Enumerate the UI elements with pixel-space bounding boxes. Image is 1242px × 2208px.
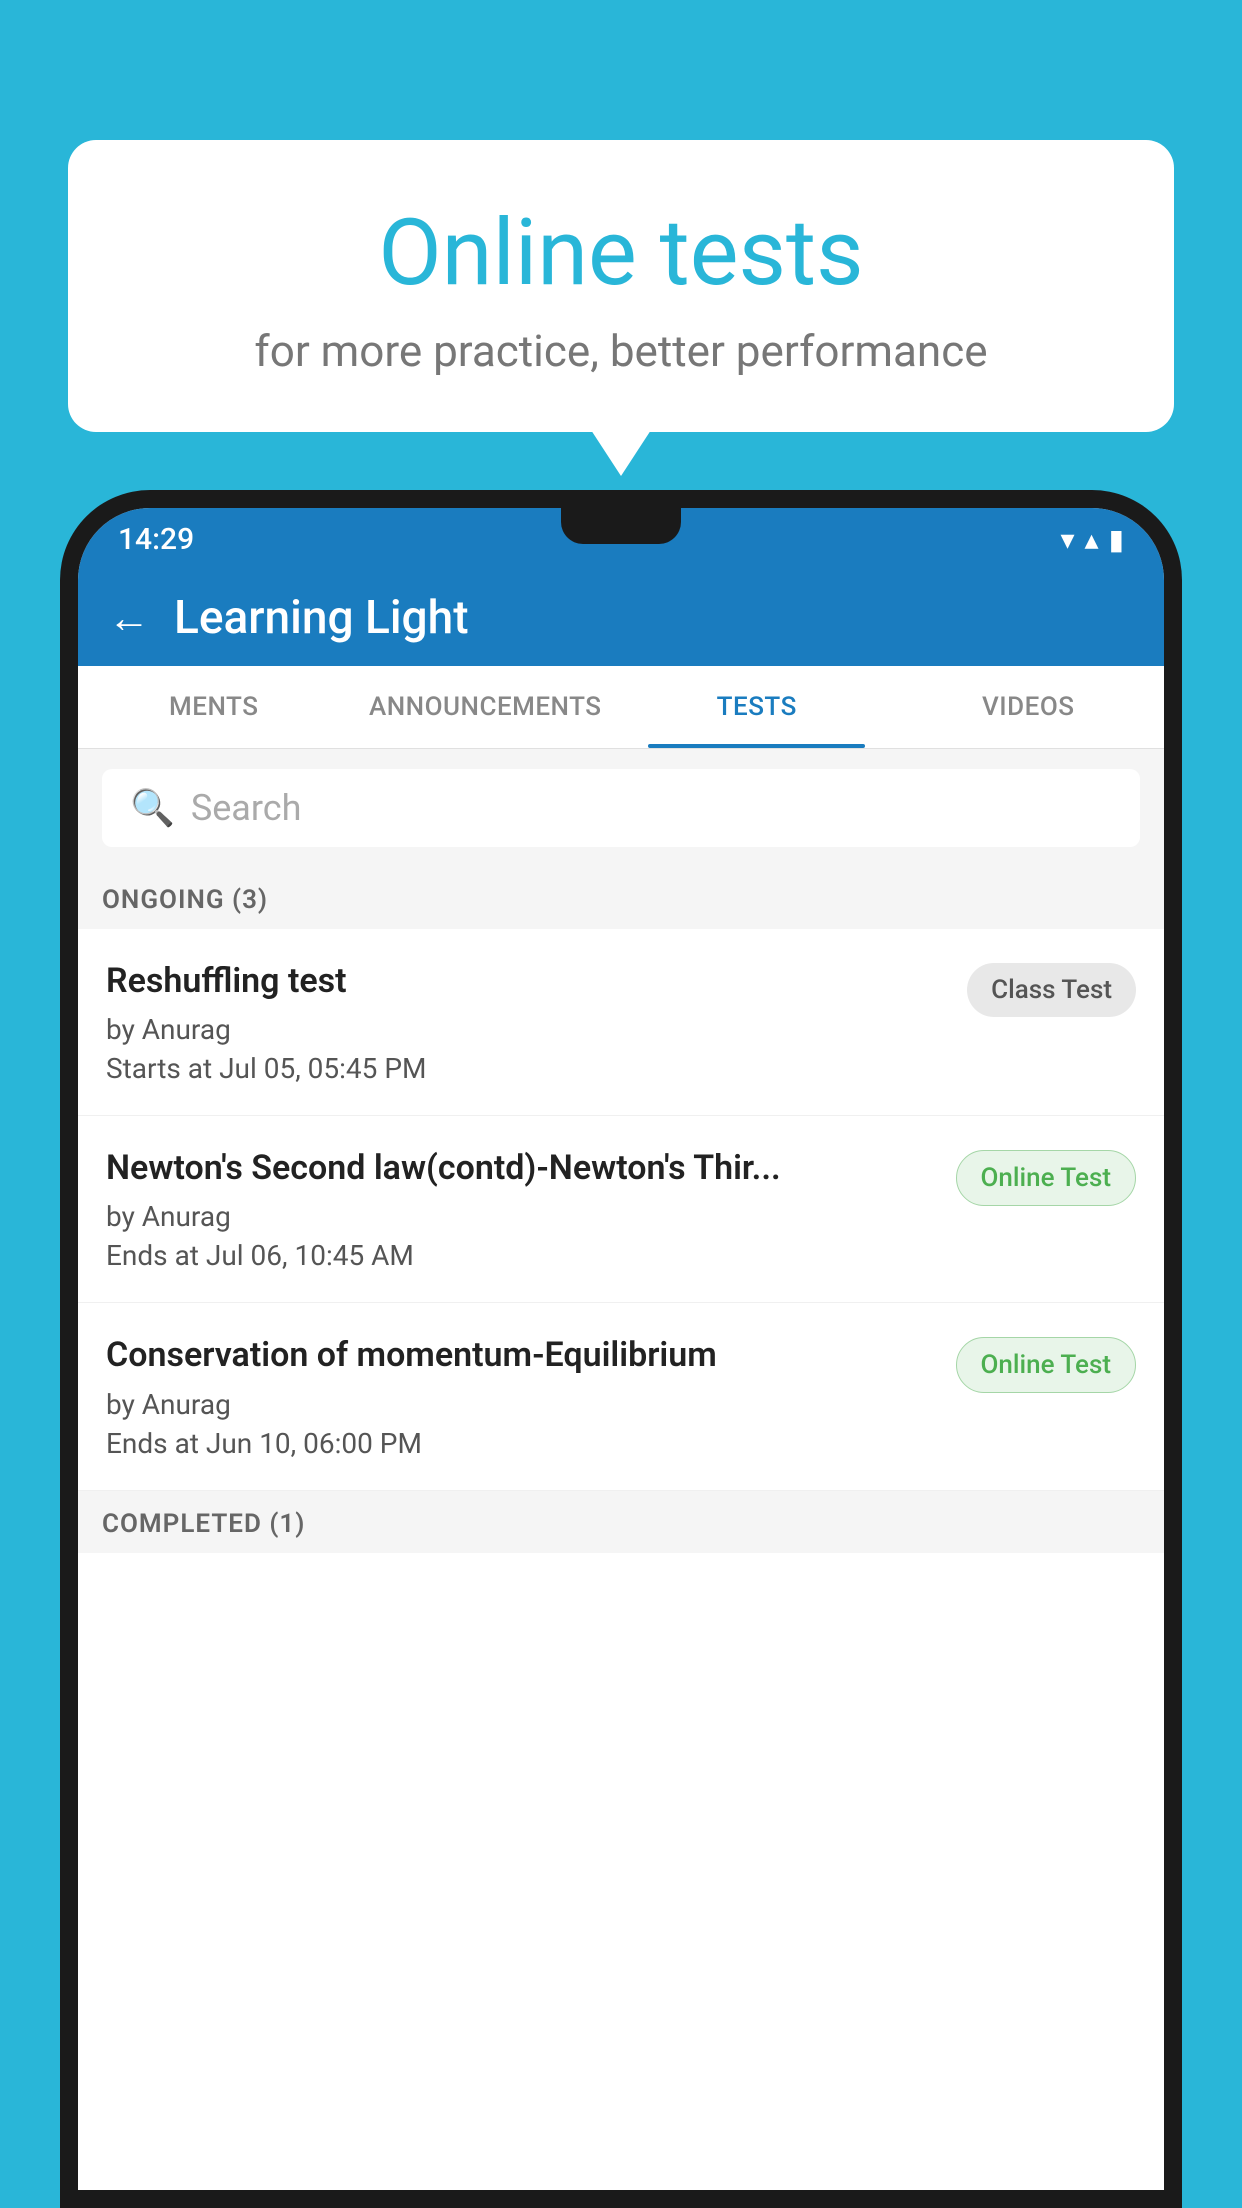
phone-frame: 14:29 ▾ ▴ ▮ ← Learning Light MENTS ANNOU…	[60, 490, 1182, 2208]
test-by-2: by Anurag	[106, 1200, 936, 1233]
app-header: ← Learning Light	[78, 570, 1164, 666]
test-item-1[interactable]: Reshuffling test by Anurag Starts at Jul…	[78, 929, 1164, 1116]
search-icon: 🔍	[130, 787, 175, 829]
test-item-2[interactable]: Newton's Second law(contd)-Newton's Thir…	[78, 1116, 1164, 1303]
tab-tests[interactable]: TESTS	[621, 666, 893, 748]
ongoing-title: ONGOING (3)	[102, 885, 268, 915]
test-badge-1: Class Test	[967, 963, 1136, 1017]
phone-screen: 14:29 ▾ ▴ ▮ ← Learning Light MENTS ANNOU…	[78, 508, 1164, 2190]
test-name-3: Conservation of momentum-Equilibrium	[106, 1333, 936, 1377]
test-by-1: by Anurag	[106, 1013, 947, 1046]
search-placeholder: Search	[191, 787, 302, 829]
speech-bubble: Online tests for more practice, better p…	[68, 140, 1174, 432]
search-container: 🔍 Search	[78, 749, 1164, 867]
status-time: 14:29	[118, 522, 194, 557]
test-name-2: Newton's Second law(contd)-Newton's Thir…	[106, 1146, 936, 1190]
wifi-icon: ▾	[1060, 523, 1074, 556]
test-name-1: Reshuffling test	[106, 959, 947, 1003]
tab-videos[interactable]: VIDEOS	[893, 666, 1165, 748]
tab-ments[interactable]: MENTS	[78, 666, 350, 748]
test-badge-2: Online Test	[956, 1150, 1137, 1206]
phone-notch	[561, 508, 681, 544]
tab-announcements[interactable]: ANNOUNCEMENTS	[350, 666, 622, 748]
completed-title: COMPLETED (1)	[102, 1509, 305, 1539]
battery-icon: ▮	[1109, 523, 1124, 556]
signal-icon: ▴	[1085, 523, 1099, 556]
test-info-3: Conservation of momentum-Equilibrium by …	[106, 1333, 956, 1459]
test-date-3: Ends at Jun 10, 06:00 PM	[106, 1427, 936, 1460]
back-button[interactable]: ←	[108, 594, 150, 643]
status-icons: ▾ ▴ ▮	[1060, 523, 1124, 556]
test-info-1: Reshuffling test by Anurag Starts at Jul…	[106, 959, 967, 1085]
test-date-1: Starts at Jul 05, 05:45 PM	[106, 1052, 947, 1085]
test-info-2: Newton's Second law(contd)-Newton's Thir…	[106, 1146, 956, 1272]
test-by-3: by Anurag	[106, 1388, 936, 1421]
tabs-container: MENTS ANNOUNCEMENTS TESTS VIDEOS	[78, 666, 1164, 749]
bubble-title: Online tests	[118, 200, 1124, 307]
ongoing-section-header: ONGOING (3)	[78, 867, 1164, 929]
test-badge-3: Online Test	[956, 1337, 1137, 1393]
test-item-3[interactable]: Conservation of momentum-Equilibrium by …	[78, 1303, 1164, 1490]
completed-section-header: COMPLETED (1)	[78, 1491, 1164, 1553]
bubble-subtitle: for more practice, better performance	[118, 325, 1124, 377]
search-bar[interactable]: 🔍 Search	[102, 769, 1140, 847]
app-title: Learning Light	[174, 591, 469, 645]
test-date-2: Ends at Jul 06, 10:45 AM	[106, 1239, 936, 1272]
tests-list: Reshuffling test by Anurag Starts at Jul…	[78, 929, 1164, 2190]
